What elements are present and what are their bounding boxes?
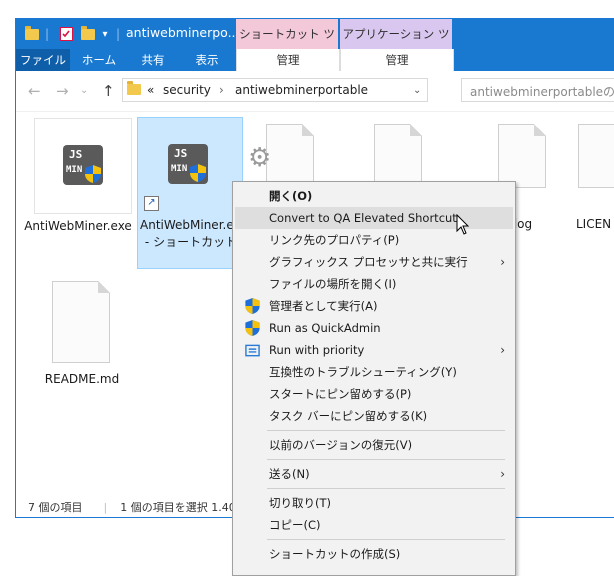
- file-thumbnail: JS MIN: [34, 118, 132, 214]
- chevron-down-icon[interactable]: ⌄: [413, 85, 421, 96]
- menu-item-restore-previous-versions[interactable]: 以前のバージョンの復元(V): [235, 434, 513, 456]
- tab-home[interactable]: ホーム: [74, 49, 124, 71]
- chevron-right-icon: ›: [500, 467, 505, 481]
- menu-item-create-shortcut[interactable]: ショートカットの作成(S): [235, 543, 513, 565]
- markdown-file-icon: [52, 281, 110, 363]
- forward-arrow-icon[interactable]: →: [56, 82, 69, 100]
- tab-file[interactable]: ファイル: [16, 49, 70, 71]
- menu-item-copy[interactable]: コピー(C): [235, 514, 513, 536]
- menu-item-run-as-quickadmin[interactable]: Run as QuickAdmin: [235, 317, 513, 339]
- menu-item-pin-to-taskbar[interactable]: タスク バーにピン留めする(K): [235, 405, 513, 427]
- breadcrumb-antiwebminerportable[interactable]: antiwebminerportable: [235, 83, 368, 97]
- file-name: AntiWebMiner.exe - ショートカット: [140, 218, 248, 249]
- license-file-icon: [578, 124, 614, 188]
- file-item[interactable]: LICEN: [568, 118, 614, 240]
- antiwebminer-app-icon: JS MIN: [63, 145, 103, 185]
- up-arrow-icon[interactable]: ↑: [102, 82, 115, 100]
- antiwebminer-app-icon: JS MIN: [168, 144, 208, 184]
- file-icon: [266, 124, 314, 188]
- menu-separator: [267, 430, 505, 431]
- separator-icon: |: [115, 27, 121, 41]
- menu-item-send-to[interactable]: 送る(N) ›: [235, 463, 513, 485]
- menu-item-run-as-admin[interactable]: 管理者として実行(A): [235, 295, 513, 317]
- file-name: AntiWebMiner.exe: [24, 219, 132, 233]
- shortcut-arrow-icon: ↗: [144, 196, 159, 211]
- file-item[interactable]: README.md: [40, 277, 124, 387]
- menu-item-open[interactable]: 開く(O): [235, 185, 513, 207]
- new-folder-icon[interactable]: [80, 25, 96, 43]
- log-file-icon: [498, 124, 546, 188]
- file-name: README.md: [44, 372, 120, 386]
- customize-qat-icon[interactable]: ▾: [99, 25, 111, 43]
- context-menu: 開く(O) Convert to QA Elevated Shortcut リン…: [232, 181, 516, 576]
- uac-shield-icon: [245, 320, 260, 336]
- menu-item-run-with-gpu[interactable]: グラフィックス プロセッサと共に実行 ›: [235, 251, 513, 273]
- address-row: ← → ⌄ ↑ « security › antiwebminerportabl…: [16, 71, 614, 112]
- file-icon: [374, 124, 422, 188]
- menu-item-cut[interactable]: 切り取り(T): [235, 492, 513, 514]
- file-item[interactable]: JS MIN AntiWebMiner.exe: [24, 118, 132, 268]
- address-bar[interactable]: « security › antiwebminerportable ⌄: [122, 78, 428, 102]
- menu-item-run-with-priority[interactable]: Run with priority ›: [235, 339, 513, 361]
- item-count: 7 個の項目: [28, 501, 83, 514]
- gear-icon: ⚙: [248, 143, 272, 173]
- properties-icon[interactable]: [58, 25, 74, 43]
- chevron-right-icon: ›: [219, 83, 224, 97]
- recent-dropdown-icon[interactable]: ⌄: [80, 85, 88, 96]
- search-placeholder: antiwebminerportableの検索: [470, 85, 614, 99]
- window-title: antiwebminerpo...: [126, 25, 240, 40]
- chevron-right-icon: ›: [500, 255, 505, 269]
- menu-item-compatibility-troubleshoot[interactable]: 互換性のトラブルシューティング(Y): [235, 361, 513, 383]
- separator-icon: |: [44, 27, 50, 41]
- file-name: LICEN: [576, 217, 612, 231]
- tab-manage-shortcut[interactable]: 管理: [236, 49, 340, 71]
- menu-separator: [267, 488, 505, 489]
- search-box[interactable]: antiwebminerportableの検索: [461, 78, 614, 102]
- menu-separator: [267, 539, 505, 540]
- address-overflow[interactable]: «: [147, 83, 154, 97]
- tab-share[interactable]: 共有: [128, 49, 178, 71]
- menu-item-target-properties[interactable]: リンク先のプロパティ(P): [235, 229, 513, 251]
- priority-icon: [245, 344, 260, 357]
- file-item-selected[interactable]: JS MIN ↗ AntiWebMiner.exe - ショートカット: [137, 117, 248, 269]
- menu-item-pin-to-start[interactable]: スタートにピン留めする(P): [235, 383, 513, 405]
- tab-manage-application[interactable]: 管理: [340, 49, 454, 71]
- menu-item-convert-qa-elevated[interactable]: Convert to QA Elevated Shortcut: [235, 207, 513, 229]
- mouse-cursor-icon: [456, 214, 470, 235]
- back-arrow-icon[interactable]: ←: [28, 82, 41, 100]
- menu-item-open-file-location[interactable]: ファイルの場所を開く(I): [235, 273, 513, 295]
- uac-shield-icon: [245, 298, 260, 314]
- menu-separator: [267, 459, 505, 460]
- context-tab-shortcut-tools[interactable]: ショートカット ツール: [236, 19, 338, 71]
- context-tab-application-tools[interactable]: アプリケーション ツール: [340, 19, 452, 71]
- breadcrumb-security[interactable]: security: [163, 83, 211, 97]
- chevron-right-icon: ›: [500, 343, 505, 357]
- folder-icon: [127, 81, 141, 95]
- status-bar: 7 個の項目 | 1 個の項目を選択 1.40 KB: [28, 501, 254, 514]
- tab-view[interactable]: 表示: [182, 49, 232, 71]
- folder-icon: [24, 25, 40, 43]
